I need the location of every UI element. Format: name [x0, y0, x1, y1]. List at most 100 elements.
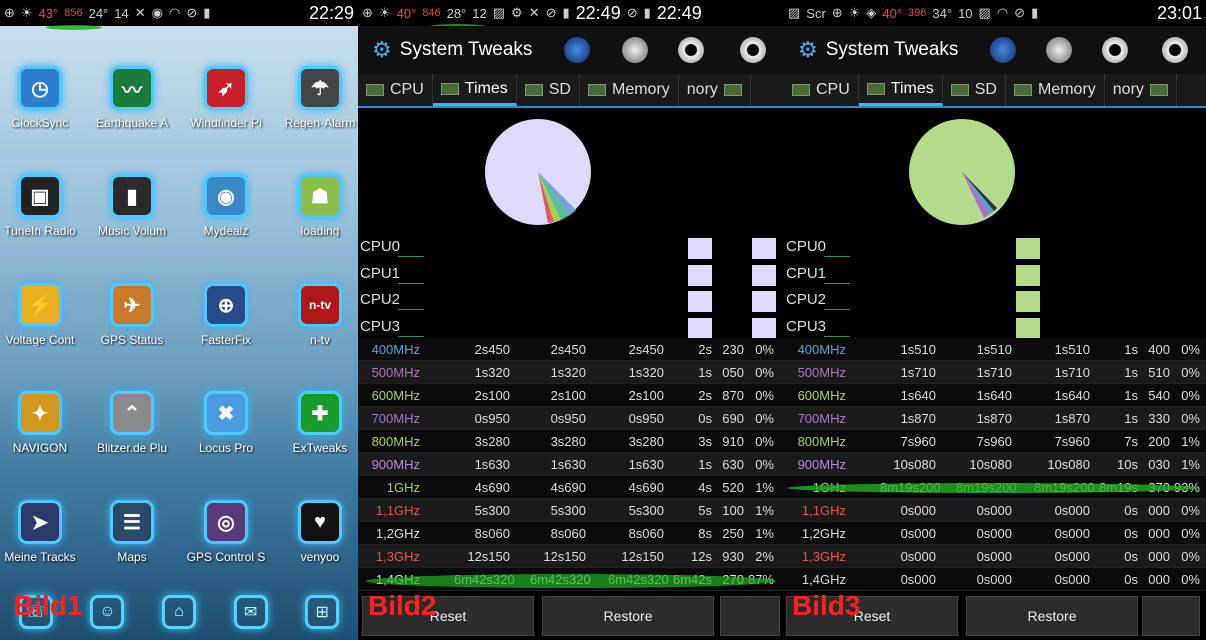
record-icon-2[interactable]	[1162, 37, 1188, 63]
contacts-icon[interactable]: ☺	[90, 595, 125, 629]
cpu-usage-bar	[1016, 264, 1040, 286]
clock: 22:49	[575, 2, 621, 23]
screenshot-label: Scr	[806, 5, 826, 21]
time-cell: 2s450	[474, 341, 510, 357]
settings-gear-icon[interactable]	[622, 37, 648, 63]
no-sim-icon: ⊘	[1014, 5, 1026, 20]
time-cell: 910	[722, 433, 744, 449]
time-cell: 0s950	[550, 410, 586, 426]
app-15[interactable]: ✚ ExTweaks	[276, 391, 358, 455]
time-cell: 0s000	[1054, 502, 1090, 518]
time-cell: 690	[722, 410, 744, 426]
app-9[interactable]: ✈ GPS Status	[88, 283, 176, 347]
signal-value: 14	[114, 5, 129, 21]
tab-label: CPU	[390, 81, 424, 98]
time-cell: 030	[1148, 456, 1170, 472]
current-ma: 396	[908, 7, 927, 19]
gps-icon: ⊕	[362, 5, 373, 20]
tab-memory[interactable]: Memory	[1006, 74, 1105, 106]
app-2[interactable]: ➶ Windfinder Pi	[182, 66, 270, 130]
tab-cpu[interactable]: CPU	[358, 74, 433, 106]
tab-memory[interactable]: Memory	[580, 74, 679, 106]
usb-icon: ⚙	[511, 5, 523, 20]
frequency-label: 700MHz	[371, 410, 420, 426]
overlap-button[interactable]	[1142, 596, 1200, 636]
tab-sd[interactable]: SD	[517, 74, 580, 106]
cpu-underline	[398, 256, 424, 257]
time-cell: 2s450	[550, 341, 586, 357]
app-14[interactable]: ✖ Locus Pro	[182, 391, 270, 455]
frequency-label: 1,3GHz	[801, 548, 846, 564]
app-7[interactable]: ☗ loading	[276, 174, 358, 238]
app-11[interactable]: n-tv n-tv	[276, 283, 358, 347]
time-cell: 0s000	[1054, 548, 1090, 564]
time-cell: 1s710	[900, 364, 936, 380]
record-icon-2[interactable]	[740, 37, 766, 63]
cpu-label: CPU3	[786, 317, 827, 335]
table-row: 400MHz 1s510 1s510 1s510 1s 400 0%	[784, 338, 1206, 361]
app-4[interactable]: ▣ TuneIn Radio	[0, 174, 84, 238]
cpu-underline	[824, 309, 850, 310]
settings-gear-icon[interactable]	[1046, 37, 1072, 63]
app-12[interactable]: ✦ NAVIGON	[0, 391, 84, 455]
cpu-label: CPU0	[360, 238, 401, 255]
battery-icon: ▮	[1031, 5, 1039, 20]
overlap-button[interactable]	[720, 596, 780, 636]
app-18[interactable]: ◎ GPS Control S	[182, 500, 270, 564]
time-cell: 1s640	[1054, 387, 1090, 403]
cpu-underline	[824, 282, 850, 284]
frequency-label: 1,2GHz	[801, 525, 846, 541]
time-cell: 0%	[1181, 502, 1200, 518]
tab-sd[interactable]: SD	[943, 74, 1006, 106]
time-cell: 1s870	[900, 410, 936, 426]
time-cell: 1s630	[474, 456, 510, 472]
no-sim-icon: ⊘	[186, 5, 198, 20]
restore-button[interactable]: Restore	[542, 596, 714, 636]
table-row: 400MHz 2s450 2s450 2s450 2s 230 0%	[358, 338, 784, 361]
tab-times[interactable]: Times	[858, 74, 943, 106]
record-icon[interactable]	[678, 37, 704, 63]
time-cell: 1s710	[976, 364, 1012, 380]
time-cell: 8s	[698, 525, 712, 541]
time-cell: 1s320	[550, 364, 586, 380]
refresh-icon[interactable]	[990, 37, 1016, 63]
app-1[interactable]: 〰 Earthquake A	[88, 66, 176, 130]
apps-icon[interactable]: ⊞	[305, 595, 340, 629]
tab-cpu[interactable]: CPU	[784, 74, 859, 106]
clock: 22:29	[308, 2, 354, 23]
tab-label: Times	[464, 79, 508, 97]
tab-memory-overlap[interactable]: nory	[679, 74, 751, 106]
cpu-usage-bar	[752, 291, 776, 312]
app-10[interactable]: ⊕ FasterFix	[182, 283, 270, 347]
app-13[interactable]: ⌃ Blitzer.de Plu	[88, 391, 176, 455]
time-cell: 4s690	[550, 479, 586, 495]
restore-button[interactable]: Restore	[966, 596, 1138, 636]
time-cell: 250	[722, 525, 744, 541]
refresh-icon[interactable]	[564, 37, 590, 63]
arrow-icon: ➤	[18, 500, 62, 544]
home-icon[interactable]: ⌂	[161, 595, 196, 629]
tab-label: SD	[974, 81, 997, 98]
app-8[interactable]: ⚡ Voltage Cont	[0, 283, 84, 347]
message-icon[interactable]: ✉	[233, 595, 268, 629]
app-19[interactable]: ♥ venyoo	[276, 500, 358, 564]
app-3[interactable]: ☂ Regen-Alarm	[276, 66, 358, 130]
record-icon[interactable]	[1102, 37, 1128, 63]
touch-highlight	[788, 483, 1200, 493]
app-label: TuneIn Radio	[4, 224, 76, 238]
chip-icon	[792, 84, 810, 96]
time-cell: 2%	[755, 548, 774, 564]
app-0[interactable]: ◷ ClockSync	[0, 66, 84, 130]
tab-times[interactable]: Times	[432, 74, 517, 106]
time-cell: 1s870	[1054, 410, 1090, 426]
app-5[interactable]: ▮ Music Volum	[88, 174, 176, 238]
time-cell: 0%	[1181, 410, 1200, 426]
app-6[interactable]: ◉ Mydealz	[182, 174, 270, 238]
app-16[interactable]: ➤ Meine Tracks	[0, 500, 84, 564]
tab-memory-overlap[interactable]: nory	[1105, 74, 1177, 106]
time-cell: 7s960	[1054, 433, 1090, 449]
app-label: Earthquake A	[95, 116, 169, 130]
app-17[interactable]: ☰ Maps	[88, 500, 176, 564]
time-cell: 3s280	[474, 433, 510, 449]
time-cell: 0s	[1124, 525, 1138, 541]
